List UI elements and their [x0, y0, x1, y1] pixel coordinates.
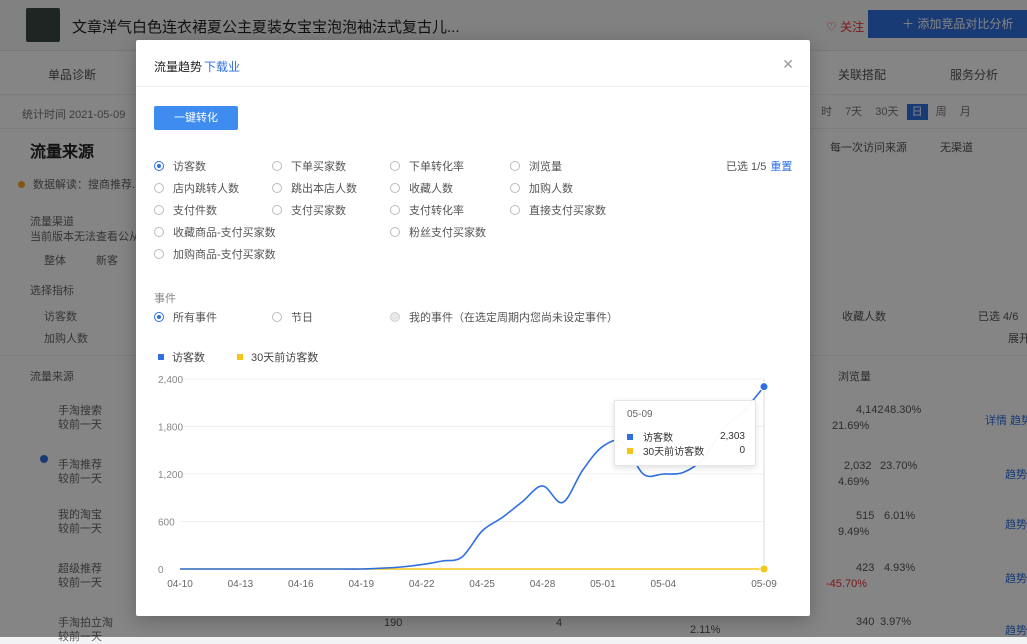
x-tick-label: 05-01: [590, 579, 616, 590]
metric-label: 收藏商品-支付买家数: [173, 227, 276, 239]
event-option-all[interactable]: 所有事件: [154, 309, 217, 325]
metric-label: 加购商品-支付买家数: [173, 249, 276, 261]
radio-icon: [272, 161, 282, 171]
radio-icon: [154, 249, 164, 259]
metric-label: 下单买家数: [291, 161, 346, 173]
radio-icon: [390, 205, 400, 215]
metric-label: 跳出本店人数: [291, 183, 357, 195]
modal-subtitle: 下载业: [204, 60, 241, 74]
metric-label: 粉丝支付买家数: [409, 227, 486, 239]
y-tick-label: 0: [158, 565, 164, 576]
metric-label: 浏览量: [529, 161, 562, 173]
y-tick-label: 600: [158, 518, 175, 529]
y-tick-label: 1,200: [158, 470, 183, 481]
radio-icon: [272, 312, 282, 322]
tooltip-name: 30天前访客数: [643, 447, 705, 458]
y-tick-label: 2,400: [158, 375, 183, 386]
radio-icon: [390, 227, 400, 237]
metric-option-add-cart[interactable]: 加购人数: [510, 180, 573, 196]
traffic-trend-modal: 流量趋势 下载业 ✕ 一键转化 已选 1/5 重置 访客数 下单买家数 下单转化率 …: [136, 40, 810, 616]
metric-label: 直接支付买家数: [529, 205, 606, 217]
metric-option-pay-rate[interactable]: 支付转化率: [390, 202, 464, 218]
metric-label: 收藏人数: [409, 183, 453, 195]
event-option-label: 所有事件: [173, 312, 217, 324]
metric-option-inner-jump[interactable]: 店内跳转人数: [154, 180, 239, 196]
tooltip-name: 访客数: [643, 433, 673, 444]
metric-option-order-buyers[interactable]: 下单买家数: [272, 158, 346, 174]
metric-label: 店内跳转人数: [173, 183, 239, 195]
tooltip-row-visitors: 访客数 2,303: [627, 429, 745, 444]
metric-label: 下单转化率: [409, 161, 464, 173]
metric-label: 支付买家数: [291, 205, 346, 217]
radio-icon: [390, 161, 400, 171]
tooltip-swatch: [627, 433, 633, 440]
tooltip-row-visitors-30d: 30天前访客数 0: [627, 443, 745, 458]
metric-option-fans-pay[interactable]: 粉丝支付买家数: [390, 224, 486, 240]
metric-option-cart-pay[interactable]: 加购商品-支付买家数: [154, 246, 276, 262]
radio-icon: [390, 183, 400, 193]
radio-icon: [154, 161, 164, 171]
radio-icon: [272, 205, 282, 215]
selected-info: 已选 1/5 重置: [726, 158, 792, 174]
radio-icon: [510, 205, 520, 215]
metric-option-fav-pay[interactable]: 收藏商品-支付买家数: [154, 224, 276, 240]
selected-count: 已选 1/5: [726, 161, 767, 173]
metric-label: 加购人数: [529, 183, 573, 195]
radio-icon: [154, 312, 164, 322]
close-icon[interactable]: ✕: [782, 56, 794, 73]
tooltip-value: 0: [739, 445, 745, 456]
data-point-visitors-last: [759, 382, 769, 392]
event-option-mine: 我的事件（在选定周期内您尚未设定事件）: [390, 309, 618, 325]
metric-option-bounce[interactable]: 跳出本店人数: [272, 180, 357, 196]
event-option-label: 节日: [291, 312, 313, 324]
metric-label: 访客数: [173, 161, 206, 173]
modal-divider: [136, 86, 810, 87]
x-tick-label: 04-13: [228, 579, 254, 590]
modal-title-text: 流量趋势: [154, 60, 203, 74]
metric-option-visitors[interactable]: 访客数: [154, 158, 206, 174]
chart-tooltip: 05-09 访客数 2,303 30天前访客数 0: [614, 400, 756, 466]
event-option-holiday[interactable]: 节日: [272, 309, 313, 325]
reset-link[interactable]: 重置: [770, 161, 792, 173]
metric-option-pageviews[interactable]: 浏览量: [510, 158, 562, 174]
radio-icon: [154, 183, 164, 193]
x-tick-label: 04-16: [288, 579, 314, 590]
x-tick-label: 04-28: [530, 579, 556, 590]
radio-icon: [272, 183, 282, 193]
metric-label: 支付件数: [173, 205, 217, 217]
x-tick-label: 05-04: [651, 579, 677, 590]
metric-option-pay-items[interactable]: 支付件数: [154, 202, 217, 218]
radio-icon: [390, 312, 400, 322]
x-tick-label: 04-10: [167, 579, 193, 590]
x-tick-label: 04-22: [409, 579, 435, 590]
traffic-trend-chart[interactable]: 0 600 1,200 1,800 2,400 04-10 04-13 04-16 04-19 0…: [136, 360, 810, 616]
metric-option-direct-pay[interactable]: 直接支付买家数: [510, 202, 606, 218]
radio-icon: [510, 161, 520, 171]
radio-icon: [154, 205, 164, 215]
data-point-visitors-30d-last: [759, 564, 769, 574]
x-tick-label: 05-09: [751, 579, 777, 590]
radio-icon: [154, 227, 164, 237]
x-tick-label: 04-25: [469, 579, 495, 590]
metric-label: 支付转化率: [409, 205, 464, 217]
metric-option-favorites[interactable]: 收藏人数: [390, 180, 453, 196]
optimize-button[interactable]: 一键转化: [154, 106, 238, 130]
tooltip-swatch: [627, 447, 633, 454]
y-tick-label: 1,800: [158, 423, 183, 434]
metric-option-pay-buyers[interactable]: 支付买家数: [272, 202, 346, 218]
x-tick-label: 04-19: [348, 579, 374, 590]
event-option-label: 我的事件（在选定周期内您尚未设定事件）: [409, 312, 618, 324]
metric-option-order-rate[interactable]: 下单转化率: [390, 158, 464, 174]
modal-title: 流量趋势 下载业: [154, 58, 240, 75]
radio-icon: [510, 183, 520, 193]
tooltip-date: 05-09: [627, 409, 653, 420]
event-label: 事件: [154, 293, 176, 305]
tooltip-value: 2,303: [719, 431, 745, 442]
